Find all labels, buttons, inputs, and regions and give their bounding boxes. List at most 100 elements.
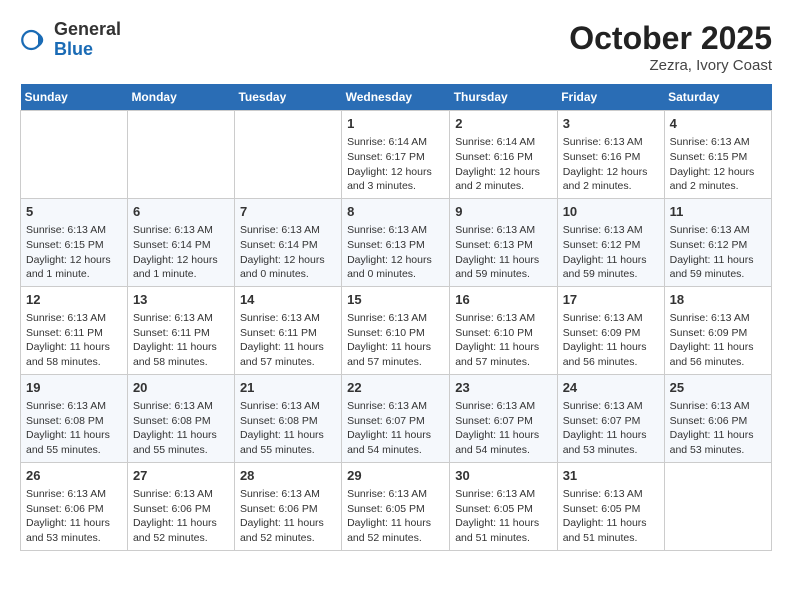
logo: General Blue xyxy=(20,20,121,60)
day-number: 1 xyxy=(347,115,444,133)
day-number: 10 xyxy=(563,203,659,221)
calendar-cell: 16 Sunrise: 6:13 AM Sunset: 6:10 PM Dayli… xyxy=(450,286,557,374)
calendar-cell: 15 Sunrise: 6:13 AM Sunset: 6:10 PM Dayli… xyxy=(342,286,450,374)
day-info: Sunrise: 6:13 AM Sunset: 6:08 PM Dayligh… xyxy=(240,399,336,458)
day-number: 27 xyxy=(133,467,229,485)
calendar-cell: 31 Sunrise: 6:13 AM Sunset: 6:05 PM Dayli… xyxy=(557,462,664,550)
calendar-cell: 22 Sunrise: 6:13 AM Sunset: 6:07 PM Dayli… xyxy=(342,374,450,462)
day-info: Sunrise: 6:13 AM Sunset: 6:08 PM Dayligh… xyxy=(133,399,229,458)
day-info: Sunrise: 6:13 AM Sunset: 6:08 PM Dayligh… xyxy=(26,399,122,458)
calendar-cell: 26Sunrise: 6:13 AM Sunset: 6:06 PM Dayli… xyxy=(21,462,128,550)
day-info: Sunrise: 6:13 AM Sunset: 6:07 PM Dayligh… xyxy=(347,399,444,458)
day-number: 4 xyxy=(670,115,766,133)
day-info: Sunrise: 6:13 AM Sunset: 6:07 PM Dayligh… xyxy=(455,399,551,458)
calendar-cell: 17 Sunrise: 6:13 AM Sunset: 6:09 PM Dayli… xyxy=(557,286,664,374)
day-info: Sunrise: 6:13 AM Sunset: 6:13 PM Dayligh… xyxy=(347,223,444,282)
calendar-cell: 19 Sunrise: 6:13 AM Sunset: 6:08 PM Dayli… xyxy=(21,374,128,462)
day-info: Sunrise: 6:14 AM Sunset: 6:17 PM Dayligh… xyxy=(347,135,444,194)
day-number: 24 xyxy=(563,379,659,397)
calendar-week-1: 1 Sunrise: 6:14 AM Sunset: 6:17 PM Daylig… xyxy=(21,111,772,199)
day-number: 12 xyxy=(26,291,122,309)
calendar-cell xyxy=(664,462,771,550)
calendar-cell xyxy=(127,111,234,199)
day-number: 22 xyxy=(347,379,444,397)
day-info: Sunrise: 6:13 AM Sunset: 6:13 PM Dayligh… xyxy=(455,223,551,282)
day-header-sunday: Sunday xyxy=(21,84,128,111)
day-info: Sunrise: 6:13 AM Sunset: 6:11 PM Dayligh… xyxy=(133,311,229,370)
day-header-wednesday: Wednesday xyxy=(342,84,450,111)
day-header-friday: Friday xyxy=(557,84,664,111)
calendar-cell: 6 Sunrise: 6:13 AM Sunset: 6:14 PM Daylig… xyxy=(127,198,234,286)
day-info: Sunrise: 6:13 AM Sunset: 6:14 PM Dayligh… xyxy=(240,223,336,282)
calendar-cell: 8Sunrise: 6:13 AM Sunset: 6:13 PM Daylig… xyxy=(342,198,450,286)
day-info: Sunrise: 6:13 AM Sunset: 6:07 PM Dayligh… xyxy=(563,399,659,458)
day-number: 6 xyxy=(133,203,229,221)
day-number: 25 xyxy=(670,379,766,397)
day-header-thursday: Thursday xyxy=(450,84,557,111)
calendar-week-4: 19 Sunrise: 6:13 AM Sunset: 6:08 PM Dayli… xyxy=(21,374,772,462)
calendar-cell: 12 Sunrise: 6:13 AM Sunset: 6:11 PM Dayli… xyxy=(21,286,128,374)
calendar-week-5: 26 Sunrise: 6:13 AM Sunset: 6:06 PM Dayli… xyxy=(21,462,772,550)
calendar-cell: 5 Sunrise: 6:13 AM Sunset: 6:15 PM Daylig… xyxy=(21,198,128,286)
day-info: Sunrise: 6:13 AM Sunset: 6:09 PM Dayligh… xyxy=(563,311,659,370)
calendar-cell: 1 Sunrise: 6:14 AM Sunset: 6:17 PM Daylig… xyxy=(342,111,450,199)
day-number: 16 xyxy=(455,291,551,309)
day-info: Sunrise: 6:13 AM Sunset: 6:06 PM Dayligh… xyxy=(670,399,766,458)
calendar-cell: 23 Sunrise: 6:13 AM Sunset: 6:07 PM Dayli… xyxy=(450,374,557,462)
day-info: Sunrise: 6:13 AM Sunset: 6:14 PM Dayligh… xyxy=(133,223,229,282)
logo-text: General Blue xyxy=(54,20,121,60)
day-header-tuesday: Tuesday xyxy=(234,84,341,111)
logo-general: General xyxy=(54,20,121,40)
day-info: Sunrise: 6:13 AM Sunset: 6:06 PM Dayligh… xyxy=(133,487,229,546)
day-number: 23 xyxy=(455,379,551,397)
day-number: 9 xyxy=(455,203,551,221)
day-number: 20 xyxy=(133,379,229,397)
calendar-cell: 20 Sunrise: 6:13 AM Sunset: 6:08 PM Dayli… xyxy=(127,374,234,462)
page-header: General Blue October 2025 Zezra, Ivory C… xyxy=(20,20,772,74)
calendar-cell: 3Sunrise: 6:13 AM Sunset: 6:16 PM Daylig… xyxy=(557,111,664,199)
day-info: Sunrise: 6:13 AM Sunset: 6:05 PM Dayligh… xyxy=(347,487,444,546)
calendar-cell: 27 Sunrise: 6:13 AM Sunset: 6:06 PM Dayli… xyxy=(127,462,234,550)
location: Zezra, Ivory Coast xyxy=(569,57,772,74)
day-number: 18 xyxy=(670,291,766,309)
calendar-cell: 18Sunrise: 6:13 AM Sunset: 6:09 PM Dayli… xyxy=(664,286,771,374)
day-number: 3 xyxy=(563,115,659,133)
calendar-header: SundayMondayTuesdayWednesdayThursdayFrid… xyxy=(21,84,772,111)
calendar-cell xyxy=(21,111,128,199)
calendar-cell: 29Sunrise: 6:13 AM Sunset: 6:05 PM Dayli… xyxy=(342,462,450,550)
day-number: 13 xyxy=(133,291,229,309)
day-info: Sunrise: 6:14 AM Sunset: 6:16 PM Dayligh… xyxy=(455,135,551,194)
calendar-cell: 14Sunrise: 6:13 AM Sunset: 6:11 PM Dayli… xyxy=(234,286,341,374)
day-number: 26 xyxy=(26,467,122,485)
day-number: 31 xyxy=(563,467,659,485)
calendar-cell: 24 Sunrise: 6:13 AM Sunset: 6:07 PM Dayli… xyxy=(557,374,664,462)
day-number: 11 xyxy=(670,203,766,221)
calendar-cell: 7Sunrise: 6:13 AM Sunset: 6:14 PM Daylig… xyxy=(234,198,341,286)
day-number: 17 xyxy=(563,291,659,309)
calendar-cell xyxy=(234,111,341,199)
calendar-week-2: 5 Sunrise: 6:13 AM Sunset: 6:15 PM Daylig… xyxy=(21,198,772,286)
day-number: 19 xyxy=(26,379,122,397)
calendar-table: SundayMondayTuesdayWednesdayThursdayFrid… xyxy=(20,84,772,551)
calendar-week-3: 12 Sunrise: 6:13 AM Sunset: 6:11 PM Dayli… xyxy=(21,286,772,374)
day-info: Sunrise: 6:13 AM Sunset: 6:05 PM Dayligh… xyxy=(455,487,551,546)
month-title: October 2025 xyxy=(569,20,772,57)
logo-icon xyxy=(20,25,50,55)
calendar-cell: 13 Sunrise: 6:13 AM Sunset: 6:11 PM Dayli… xyxy=(127,286,234,374)
day-number: 30 xyxy=(455,467,551,485)
day-info: Sunrise: 6:13 AM Sunset: 6:06 PM Dayligh… xyxy=(240,487,336,546)
calendar-cell: 4Sunrise: 6:13 AM Sunset: 6:15 PM Daylig… xyxy=(664,111,771,199)
day-info: Sunrise: 6:13 AM Sunset: 6:10 PM Dayligh… xyxy=(455,311,551,370)
day-info: Sunrise: 6:13 AM Sunset: 6:11 PM Dayligh… xyxy=(26,311,122,370)
day-info: Sunrise: 6:13 AM Sunset: 6:10 PM Dayligh… xyxy=(347,311,444,370)
calendar-cell: 9 Sunrise: 6:13 AM Sunset: 6:13 PM Daylig… xyxy=(450,198,557,286)
day-number: 5 xyxy=(26,203,122,221)
day-info: Sunrise: 6:13 AM Sunset: 6:15 PM Dayligh… xyxy=(26,223,122,282)
day-info: Sunrise: 6:13 AM Sunset: 6:05 PM Dayligh… xyxy=(563,487,659,546)
day-number: 15 xyxy=(347,291,444,309)
calendar-cell: 30 Sunrise: 6:13 AM Sunset: 6:05 PM Dayli… xyxy=(450,462,557,550)
calendar-cell: 2 Sunrise: 6:14 AM Sunset: 6:16 PM Daylig… xyxy=(450,111,557,199)
day-header-saturday: Saturday xyxy=(664,84,771,111)
day-number: 14 xyxy=(240,291,336,309)
day-number: 2 xyxy=(455,115,551,133)
